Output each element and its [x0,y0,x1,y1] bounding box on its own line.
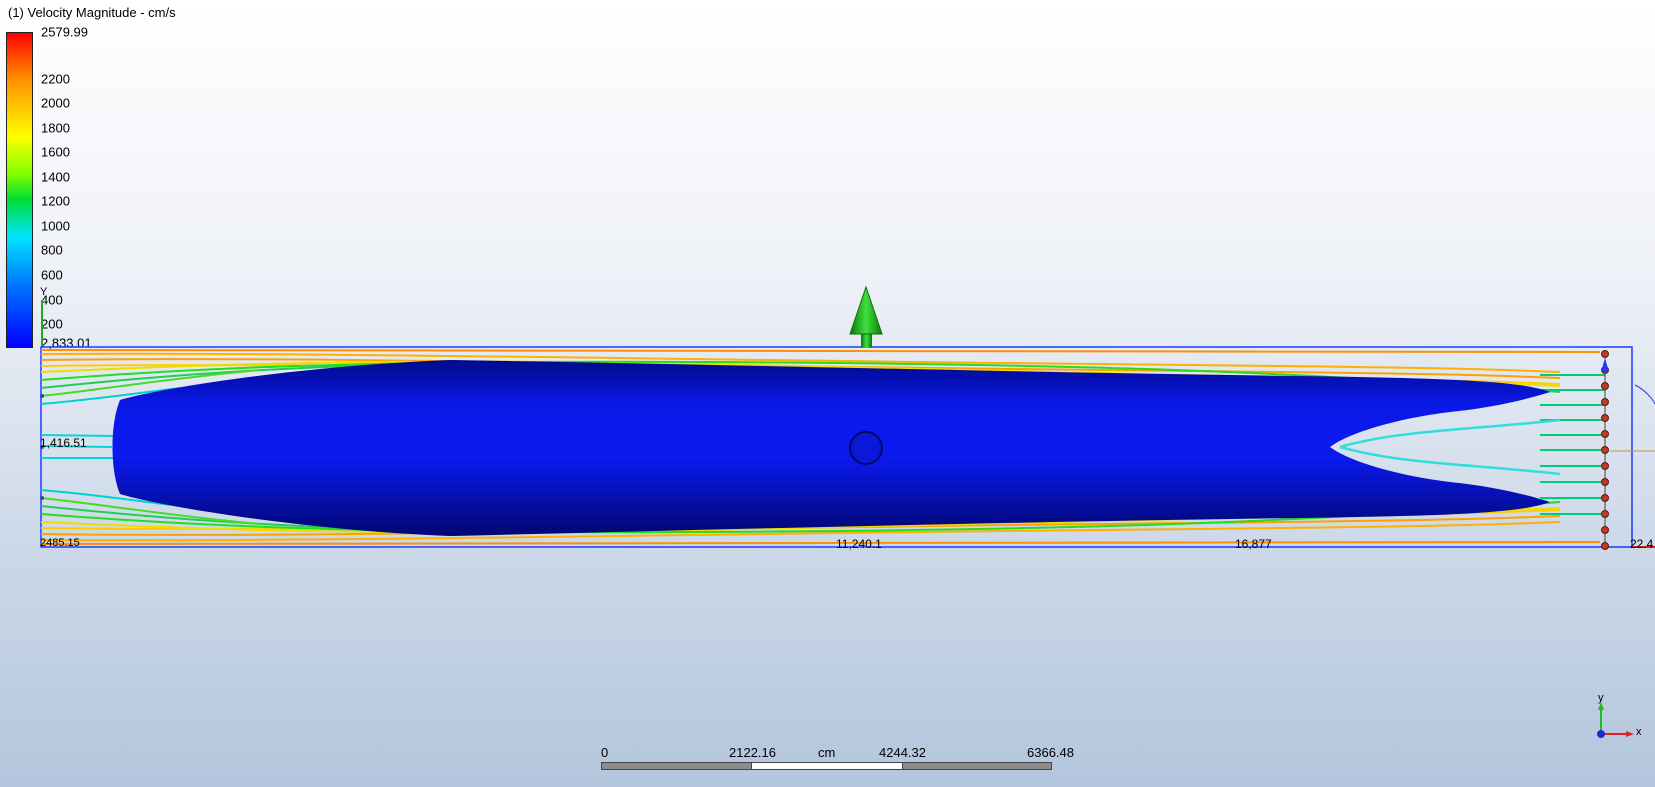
triad-y-label: y [1598,692,1604,704]
scale-bar-segment [902,762,1052,770]
axis-y-label: Y [40,286,48,298]
scale-label-2: 4244.32 [879,745,926,760]
center-sphere[interactable] [849,431,883,465]
velocity-isosurface-body [112,360,1550,536]
axis-value-left-mid: 1,416.51 [40,436,87,450]
scale-unit-label: cm [818,745,836,760]
probe-points[interactable] [1601,350,1609,550]
axis-value-bottom-left: 2485.15 [40,537,80,549]
scale-label-3: 6366.48 [1027,745,1074,760]
axis-value-bottom-center: 11,240.1 [836,537,882,551]
orientation-triad[interactable] [1597,702,1634,738]
scale-label-0: 0 [601,745,609,760]
flow-direction-arrow[interactable] [849,285,883,348]
scale-label-1: 2122.16 [729,745,776,760]
scale-bar-segment [751,762,903,770]
triad-x-label: x [1636,726,1642,738]
axis-value-bottom-right-mid: 16,877 [1235,537,1272,551]
edge-curve [1634,384,1655,405]
scale-bar-segment [601,762,752,770]
probe-arrow-icon [1601,358,1609,372]
axis-value-bottom-right: 22.4 [1630,537,1654,551]
cfd-viewport[interactable] [0,0,1655,787]
